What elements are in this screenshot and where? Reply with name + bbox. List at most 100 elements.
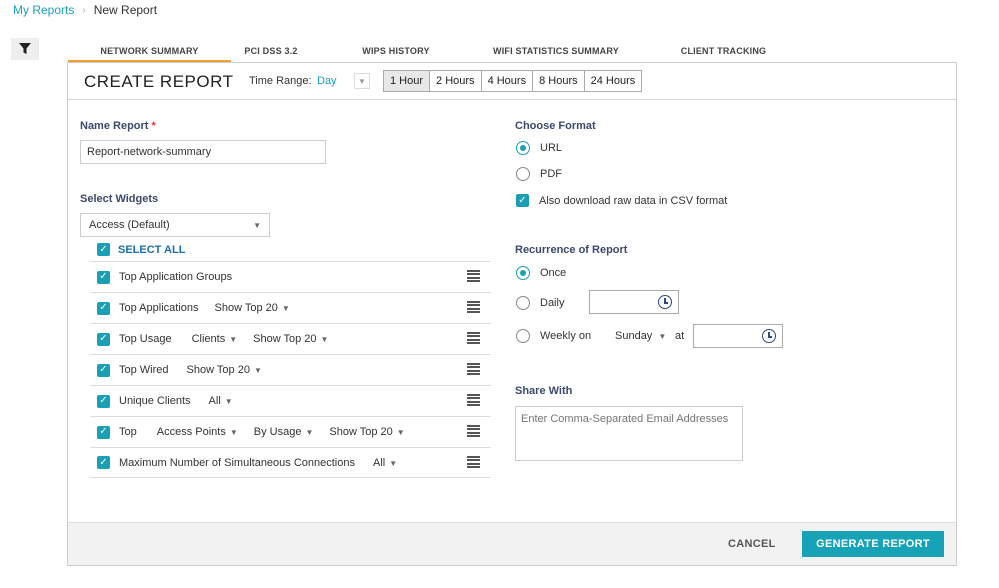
drag-handle-icon[interactable] xyxy=(467,301,480,313)
chevron-down-icon: ▼ xyxy=(253,366,262,375)
tab-wips-history[interactable]: WIPS HISTORY xyxy=(311,40,481,62)
time-range-dropdown[interactable]: ▼ xyxy=(354,73,370,89)
breadcrumb: My Reports › New Report xyxy=(13,3,157,17)
widget-checkbox[interactable]: ✓ xyxy=(97,332,110,346)
select-widgets-label: Select Widgets xyxy=(80,193,159,205)
time-range-value[interactable]: Day xyxy=(317,75,337,87)
drag-handle-icon[interactable] xyxy=(467,394,480,406)
required-mark: * xyxy=(151,120,156,132)
page-title: CREATE REPORT xyxy=(84,72,234,91)
widget-option-dropdown[interactable]: All ▼ xyxy=(209,395,233,407)
widget-row: ✓ Top Wired Show Top 20 ▼ xyxy=(90,354,491,385)
recurrence-daily-radio[interactable] xyxy=(516,296,530,310)
panel-footer: CANCEL GENERATE REPORT xyxy=(68,522,956,565)
recurrence-once-radio[interactable] xyxy=(516,266,530,280)
widget-option-value: Clients xyxy=(191,333,226,345)
time-range-label: Time Range: xyxy=(249,75,312,87)
drag-handle-icon[interactable] xyxy=(467,425,480,437)
at-label: at xyxy=(675,330,685,342)
widget-option-value: Show Top 20 xyxy=(253,333,317,345)
range-4-hours[interactable]: 4 Hours xyxy=(481,71,534,91)
widget-option-dropdown[interactable]: Show Top 20 ▼ xyxy=(187,364,262,376)
widget-name: Top Application Groups xyxy=(119,271,233,283)
csv-option[interactable]: ✓ Also download raw data in CSV format xyxy=(516,194,727,207)
tab-pci-dss[interactable]: PCI DSS 3.2 xyxy=(231,40,311,62)
breadcrumb-my-reports[interactable]: My Reports xyxy=(13,3,74,17)
drag-handle-icon[interactable] xyxy=(467,456,480,468)
widget-row: ✓ Top Applications Show Top 20 ▼ xyxy=(90,292,491,323)
chevron-down-icon: ▼ xyxy=(281,304,290,313)
widget-name: Top Usage xyxy=(119,333,172,345)
widget-option-value: Show Top 20 xyxy=(214,302,278,314)
widget-option-value: Access Points xyxy=(156,426,226,438)
weekly-time-input[interactable] xyxy=(693,324,783,348)
csv-checkbox[interactable]: ✓ xyxy=(516,194,529,207)
widget-set-select[interactable]: Access (Default) ▼ xyxy=(80,213,270,237)
range-8-hours[interactable]: 8 Hours xyxy=(533,71,585,91)
recurrence-daily-label: Daily xyxy=(540,297,565,309)
select-all-checkbox[interactable]: ✓ xyxy=(97,243,110,256)
recurrence-daily-option[interactable]: Daily xyxy=(516,296,564,310)
recurrence-weekly-option[interactable]: Weekly on xyxy=(516,329,591,343)
tab-wifi-statistics-summary[interactable]: WIFI STATISTICS SUMMARY xyxy=(481,40,631,62)
widget-option-dropdown[interactable]: Access Points ▼ xyxy=(157,426,238,438)
widget-row: ✓ Top Usage Clients ▼ Show Top 20 ▼ xyxy=(90,323,491,354)
generate-report-button[interactable]: GENERATE REPORT xyxy=(802,531,944,557)
widget-name: Unique Clients xyxy=(119,395,191,407)
recurrence-once-option[interactable]: Once xyxy=(516,266,566,280)
chevron-down-icon: ▼ xyxy=(658,331,667,341)
widget-option-dropdown[interactable]: Clients ▼ xyxy=(192,333,238,345)
clock-icon xyxy=(658,295,672,309)
chevron-right-icon: › xyxy=(82,4,86,16)
widget-checkbox[interactable]: ✓ xyxy=(97,456,110,469)
widget-checkbox[interactable]: ✓ xyxy=(97,301,110,315)
recurrence-weekly-radio[interactable] xyxy=(516,329,530,343)
weekday-select[interactable]: Sunday ▼ xyxy=(615,330,666,342)
widget-option-value: Show Top 20 xyxy=(329,426,393,438)
drag-handle-icon[interactable] xyxy=(467,270,480,282)
drag-handle-icon[interactable] xyxy=(467,363,480,375)
report-type-tabs: NETWORK SUMMARY PCI DSS 3.2 WIPS HISTORY… xyxy=(68,40,956,63)
format-url-radio[interactable] xyxy=(516,141,530,155)
widget-set-select-value: Access (Default) xyxy=(89,219,170,231)
drag-handle-icon[interactable] xyxy=(467,332,480,344)
widget-option-dropdown[interactable]: Show Top 20 ▼ xyxy=(215,302,290,314)
filter-button[interactable] xyxy=(11,38,39,60)
chevron-down-icon: ▼ xyxy=(389,458,398,468)
widget-row: ✓ Top Access Points ▼ By Usage ▼ Show Top … xyxy=(90,416,491,447)
name-report-label-text: Name Report xyxy=(80,120,149,132)
widget-option-dropdown[interactable]: Show Top 20 ▼ xyxy=(253,333,328,345)
widget-checkbox[interactable]: ✓ xyxy=(97,363,110,377)
widget-option-dropdown[interactable]: By Usage ▼ xyxy=(254,426,314,438)
widget-option-value: All xyxy=(373,456,386,469)
widget-name: Top xyxy=(119,426,137,438)
panel-header: CREATE REPORT Time Range: Day ▼ 1 Hour 2… xyxy=(68,63,956,100)
chevron-down-icon: ▼ xyxy=(396,428,405,437)
share-email-textarea[interactable] xyxy=(515,406,743,461)
widget-checkbox[interactable]: ✓ xyxy=(97,394,110,408)
select-all-row[interactable]: ✓ SELECT ALL xyxy=(97,243,185,256)
format-option-pdf[interactable]: PDF xyxy=(516,167,562,181)
range-1-hour[interactable]: 1 Hour xyxy=(384,71,431,91)
widget-option-value: Show Top 20 xyxy=(186,364,250,376)
daily-time-input[interactable] xyxy=(589,290,679,314)
tab-network-summary[interactable]: NETWORK SUMMARY xyxy=(68,40,231,63)
format-url-label: URL xyxy=(540,142,563,154)
widget-row: ✓ Maximum Number of Simultaneous Connect… xyxy=(90,447,491,478)
format-option-url[interactable]: URL xyxy=(516,141,562,155)
widget-checkbox[interactable]: ✓ xyxy=(97,425,110,439)
format-pdf-radio[interactable] xyxy=(516,167,530,181)
range-2-hours[interactable]: 2 Hours xyxy=(430,71,482,91)
filter-icon xyxy=(19,43,31,54)
weekday-select-value: Sunday xyxy=(615,330,653,342)
widget-checkbox[interactable]: ✓ xyxy=(97,270,110,284)
widget-option-dropdown[interactable]: All ▼ xyxy=(373,457,397,469)
chevron-down-icon: ▼ xyxy=(305,428,314,437)
widget-option-dropdown[interactable]: Show Top 20 ▼ xyxy=(329,426,404,438)
widget-name: Top Applications xyxy=(119,302,199,314)
tab-client-tracking[interactable]: CLIENT TRACKING xyxy=(631,40,816,62)
widget-row: ✓ Unique Clients All ▼ xyxy=(90,385,491,416)
range-24-hours[interactable]: 24 Hours xyxy=(584,71,642,91)
report-name-input[interactable] xyxy=(80,140,326,164)
cancel-button[interactable]: CANCEL xyxy=(728,538,776,550)
